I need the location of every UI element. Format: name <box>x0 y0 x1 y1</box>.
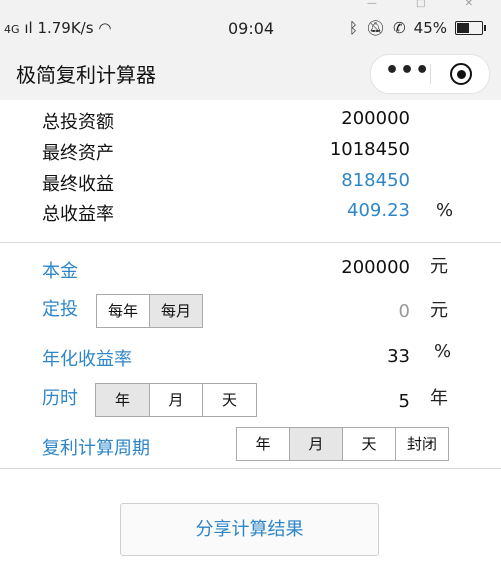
period-option-closed[interactable]: 封闭 <box>396 428 448 460</box>
regular-frequency-selector: 每年 每月 <box>96 294 203 328</box>
period-option-day[interactable]: 天 <box>343 428 396 460</box>
clock: 09:04 <box>228 19 275 38</box>
final-assets-value: 1018450 <box>329 139 410 160</box>
navigation-bar: 极简复利计算器 ••• <box>0 48 501 100</box>
duration-input[interactable]: 5 <box>399 391 410 412</box>
final-assets-label: 最终资产 <box>42 143 114 164</box>
close-miniprogram-icon[interactable] <box>450 63 472 85</box>
duration-option-day[interactable]: 天 <box>203 384 256 416</box>
period-option-year[interactable]: 年 <box>237 428 290 460</box>
annual-rate-unit: % <box>434 341 452 362</box>
page-title: 极简复利计算器 <box>16 63 156 87</box>
duration-option-month[interactable]: 月 <box>150 384 203 416</box>
duration-unit: 年 <box>430 388 448 409</box>
duration-label: 历时 <box>42 388 78 409</box>
final-profit-value: 818450 <box>341 170 410 191</box>
regular-amount-input[interactable]: 0 <box>399 301 410 322</box>
network-speed: 1.79K/s <box>37 19 94 37</box>
status-bar: — □ ✕ 4G ıl 1.79K/s ◠ 09:04 ᛒ 🔕︎ ✆ 45% <box>0 0 501 48</box>
capsule-divider <box>430 64 431 84</box>
compound-period-selector: 年 月 天 封闭 <box>236 427 449 461</box>
regular-option-monthly[interactable]: 每月 <box>150 295 202 327</box>
compound-period-label: 复利计算周期 <box>42 438 150 459</box>
principal-label: 本金 <box>42 261 78 282</box>
duration-option-year[interactable]: 年 <box>96 384 150 416</box>
system-icons: ᛒ 🔕︎ ✆ 45% <box>349 19 486 37</box>
bluetooth-icon: ᛒ <box>349 19 359 37</box>
annual-rate-input[interactable]: 33 <box>387 346 410 367</box>
section-divider <box>0 468 501 469</box>
regular-option-yearly[interactable]: 每年 <box>97 295 150 327</box>
mute-icon: 🔕︎ <box>366 19 386 37</box>
total-investment-value: 200000 <box>341 108 410 129</box>
network-status: 4G ıl 1.79K/s ◠ <box>4 19 111 37</box>
principal-unit: 元 <box>430 256 448 277</box>
total-return-unit: % <box>436 200 454 221</box>
period-option-month[interactable]: 月 <box>290 428 343 460</box>
principal-input[interactable]: 200000 <box>341 257 410 278</box>
total-return-label: 总收益率 <box>42 204 114 225</box>
share-result-button[interactable]: 分享计算结果 <box>120 503 379 556</box>
section-divider <box>0 242 501 243</box>
annual-rate-label: 年化收益率 <box>42 349 132 370</box>
regular-unit: 元 <box>430 300 448 321</box>
regular-investment-label: 定投 <box>42 299 78 320</box>
final-profit-label: 最终收益 <box>42 174 114 195</box>
signal-bars-icon: ıl <box>24 19 33 37</box>
battery-icon <box>455 21 486 35</box>
total-investment-label: 总投资额 <box>42 112 114 133</box>
hd-call-icon: ✆ <box>393 19 406 37</box>
miniprogram-capsule: ••• <box>370 54 490 94</box>
window-controls: — □ ✕ <box>366 0 491 9</box>
more-menu-icon[interactable]: ••• <box>385 58 429 83</box>
wifi-icon: ◠ <box>98 19 112 37</box>
duration-unit-selector: 年 月 天 <box>95 383 257 417</box>
signal-icon: 4G <box>4 23 20 36</box>
battery-percent: 45% <box>413 19 447 37</box>
total-return-value: 409.23 <box>347 200 410 221</box>
